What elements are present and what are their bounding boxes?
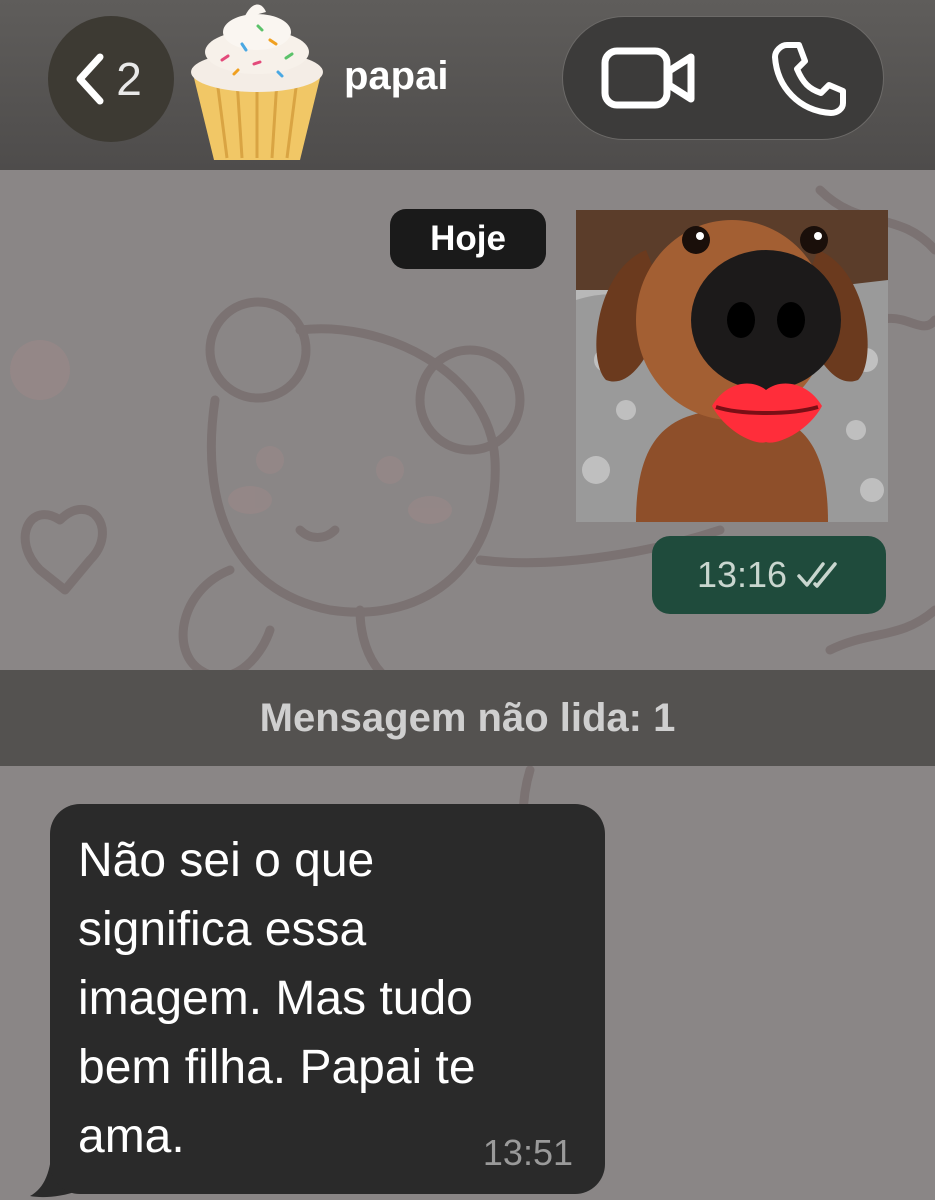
cupcake-icon[interactable]: [182, 0, 332, 165]
dog-kiss-sticker[interactable]: [576, 210, 888, 522]
double-check-icon: [797, 562, 837, 588]
unread-messages-banner: Mensagem não lida: 1: [0, 670, 935, 766]
contact-name[interactable]: papai: [344, 54, 448, 99]
message-time: 13:51: [482, 1132, 573, 1173]
chat-header: 2 papai: [0, 0, 935, 170]
call-actions: [562, 16, 884, 140]
chevron-left-icon: [76, 53, 104, 105]
sticker-time: 13:16: [696, 554, 788, 595]
phone-icon[interactable]: [769, 39, 849, 119]
incoming-message-bubble[interactable]: Não sei o que significa essa imagem. Mas…: [50, 804, 605, 1194]
date-chip: Hoje: [390, 209, 546, 269]
back-button[interactable]: 2: [48, 16, 174, 142]
video-camera-icon[interactable]: [601, 45, 697, 111]
message-text: Não sei o que significa essa imagem. Mas…: [78, 834, 476, 1163]
unread-banner-text: Mensagem não lida: 1: [259, 695, 676, 740]
sticker-timestamp: 13:16: [652, 536, 886, 614]
unread-count: 2: [116, 53, 142, 105]
